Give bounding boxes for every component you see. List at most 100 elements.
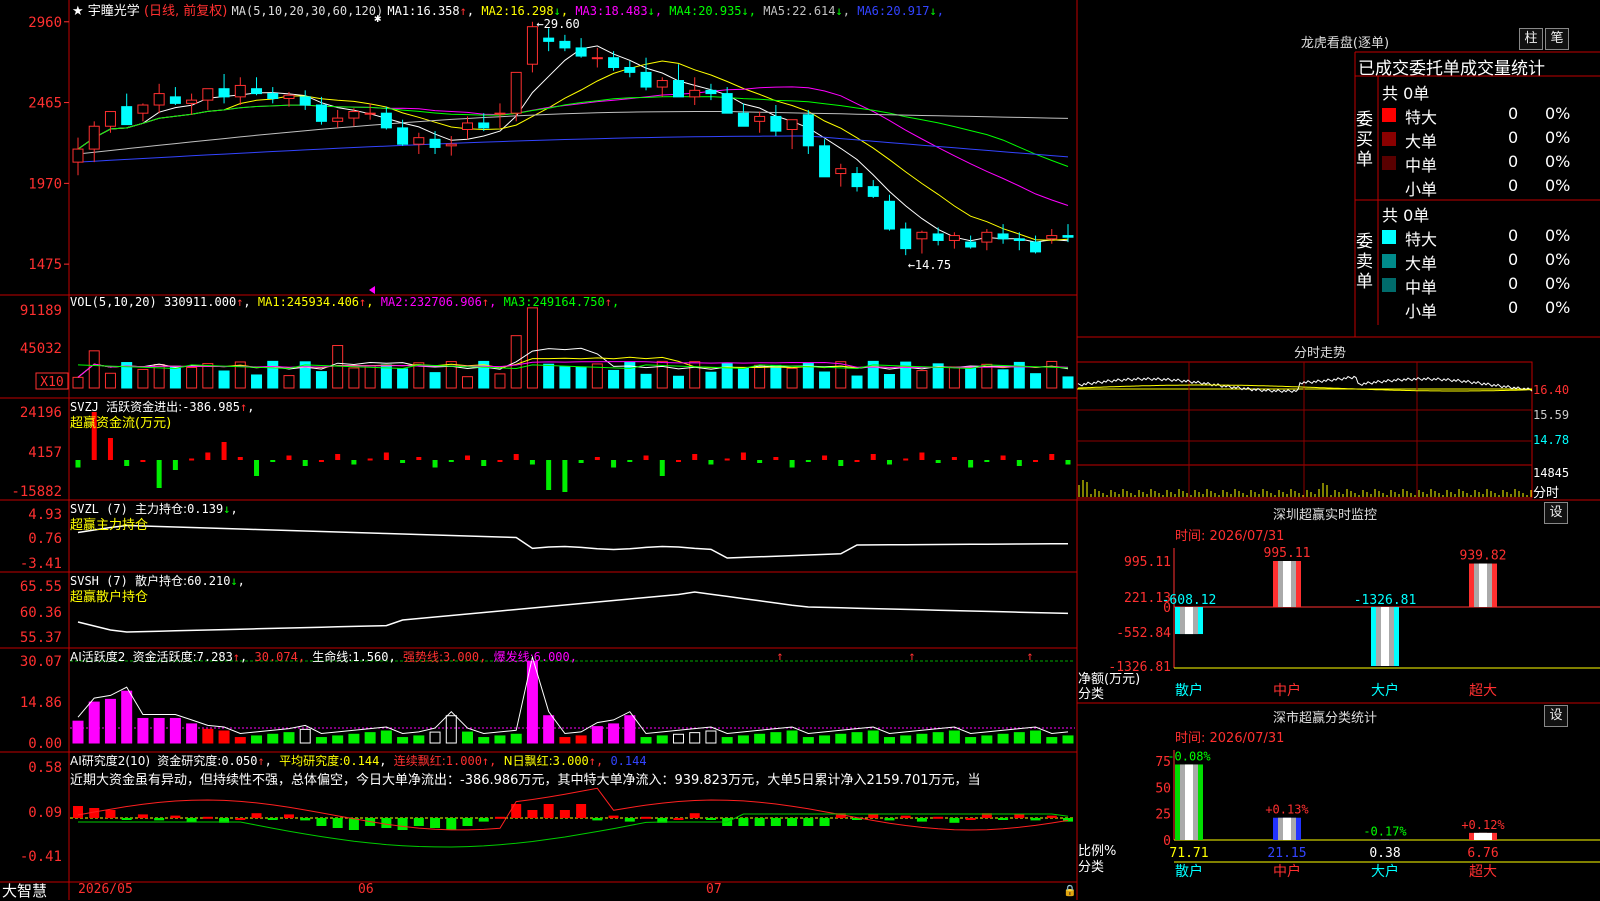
activity-bar: [673, 734, 683, 743]
volume-bar: [982, 364, 992, 388]
candle-body: [1031, 242, 1041, 252]
candle-body: [73, 149, 83, 162]
activity-bar: [820, 736, 830, 743]
realtime-settings-button[interactable]: 设: [1544, 502, 1568, 524]
candle-body: [495, 113, 505, 114]
ma-prefix: MA(5,10,20,30,60,120): [232, 4, 384, 18]
intraday-avg-line: [1078, 385, 1532, 391]
candle-body: [901, 229, 911, 249]
ai-active-prefix: AI活跃度2: [70, 650, 125, 664]
candle-body: [235, 85, 245, 96]
volume-bar: [1063, 377, 1073, 388]
research-bar: [820, 818, 830, 826]
ma5-line: [78, 46, 1068, 242]
realtime-value-label: 939.82: [1460, 549, 1507, 564]
candle-body: [252, 89, 262, 94]
order-mode-button[interactable]: 笔: [1545, 28, 1569, 50]
price-axis-tick: 2960: [28, 15, 62, 31]
candle-body: [1063, 236, 1073, 238]
svsh-axis-tick: 60.36: [20, 605, 62, 621]
candle-body: [333, 118, 343, 121]
research-bar: [284, 814, 294, 818]
activity-bar: [495, 736, 505, 743]
life-line-label: 生命线:: [312, 650, 352, 664]
activity-bar: [235, 738, 245, 743]
candle: [463, 116, 473, 139]
research-bar: [949, 818, 959, 823]
research-bar: [755, 818, 765, 826]
volume-bar: [609, 370, 619, 388]
sell-row-count: 0: [1508, 226, 1518, 245]
research-bar: [966, 818, 976, 820]
price-axis-tick: 2465: [28, 96, 62, 112]
research-bar: [333, 818, 343, 828]
continuous-red-label: 连续飘红:: [394, 754, 446, 768]
volume-bar: [949, 367, 959, 388]
research-bar: [544, 804, 554, 818]
candle-body: [884, 201, 894, 229]
buy-swatch: [1382, 156, 1396, 170]
candle-body: [170, 97, 180, 104]
fund-flow-bar: [790, 460, 795, 468]
volume-bar: [1031, 374, 1041, 388]
candle: [170, 87, 180, 105]
period-note[interactable]: (日线, 前复权): [144, 4, 227, 19]
realtime-title: 深圳超赢实时监控: [1250, 504, 1400, 523]
ai-active-header: AI活跃度2 资金活跃度:7.283↑, 30.074, 生命线:1.560, …: [70, 648, 577, 665]
activity-bar: [917, 734, 927, 743]
vol-ma-item: MA1:245934.406↑,: [258, 295, 374, 309]
activity-bar: [544, 716, 554, 743]
svzl-axis-tick: -3.41: [20, 556, 62, 572]
ma-item: MA3:18.483↓,: [568, 4, 662, 18]
fund-flow-bar: [1066, 460, 1071, 465]
fund-flow-bar: [351, 460, 356, 465]
candle: [414, 133, 424, 154]
fund-flow-bar: [741, 453, 746, 461]
buy-row-count: 0: [1508, 104, 1518, 123]
candle: [949, 232, 959, 248]
activity-bar: [187, 724, 197, 743]
activity-bar: [89, 702, 99, 743]
candle: [73, 138, 83, 176]
candle-body: [122, 107, 132, 125]
buy-swatch: [1382, 132, 1396, 146]
buy-row-name: 中单: [1405, 152, 1437, 176]
candle-body: [836, 169, 846, 174]
realtime-value-label: -608.12: [1162, 593, 1217, 608]
volume-bar: [884, 375, 894, 388]
activity-bar: [1014, 733, 1024, 743]
lock-icon[interactable]: 🔒: [1063, 884, 1077, 897]
sell-swatch: [1382, 230, 1396, 244]
candle: [219, 74, 229, 103]
fund-flow-bar: [108, 438, 113, 460]
fund-flow-bar: [806, 460, 811, 462]
low-price-label: ←14.75: [908, 258, 951, 272]
activity-bar: [592, 727, 602, 743]
sell-row-name: 特大: [1405, 226, 1437, 250]
buy-row-name: 小单: [1405, 176, 1437, 200]
candle: [787, 120, 797, 149]
classify-value-label: 71.71: [1169, 846, 1208, 861]
volume-bar: [576, 367, 586, 388]
fund-flow-bar: [838, 460, 843, 466]
research-bar: [917, 818, 927, 822]
fund-flow-bar: [676, 460, 681, 462]
volume-bar: [917, 371, 927, 388]
research-bar: [252, 813, 262, 818]
star-icon[interactable]: ★: [72, 4, 84, 19]
activity-bar: [803, 738, 813, 743]
activity-bar: [738, 736, 748, 743]
classify-settings-button[interactable]: 设: [1544, 705, 1568, 727]
research-bar: [641, 817, 651, 819]
buy-total: 共 0单: [1382, 80, 1429, 104]
bar-mode-button[interactable]: 柱: [1519, 28, 1543, 50]
activity-signal-arrow: ↑: [908, 649, 915, 663]
candle-body: [657, 81, 667, 88]
x-label-july: 07: [706, 882, 722, 897]
price-axis-tick: 1475: [28, 257, 62, 273]
buy-row-pct: 0%: [1545, 152, 1570, 171]
research-bar: [884, 818, 894, 820]
candle-body: [479, 123, 489, 128]
candle: [820, 139, 830, 177]
activity-bar: [73, 721, 83, 743]
